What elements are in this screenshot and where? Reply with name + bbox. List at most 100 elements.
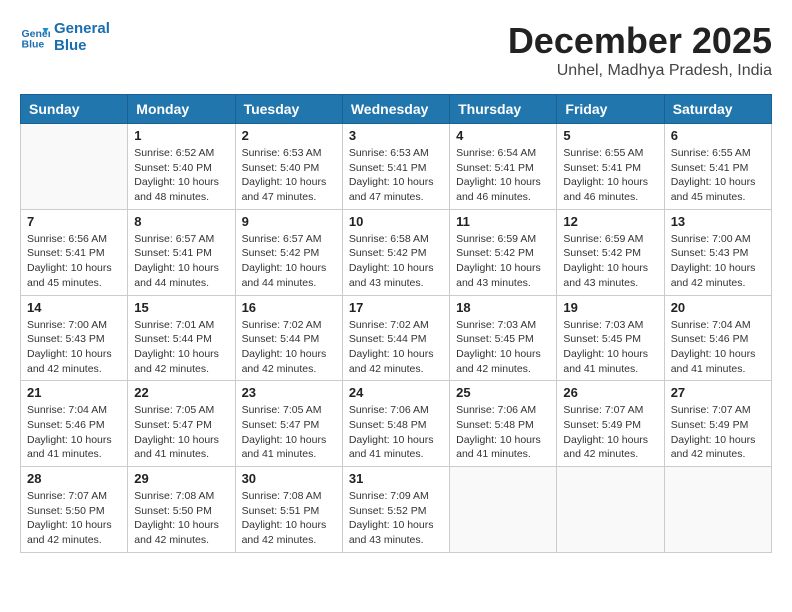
day-info: Sunrise: 6:52 AMSunset: 5:40 PMDaylight:… bbox=[134, 146, 228, 205]
calendar-cell: 26 Sunrise: 7:07 AMSunset: 5:49 PMDayligh… bbox=[557, 381, 664, 467]
day-info: Sunrise: 6:55 AMSunset: 5:41 PMDaylight:… bbox=[563, 146, 657, 205]
calendar-subtitle: Unhel, Madhya Pradesh, India bbox=[508, 62, 772, 80]
day-info: Sunrise: 7:04 AMSunset: 5:46 PMDaylight:… bbox=[671, 318, 765, 377]
day-info: Sunrise: 7:03 AMSunset: 5:45 PMDaylight:… bbox=[563, 318, 657, 377]
day-number: 7 bbox=[27, 214, 121, 229]
day-info: Sunrise: 6:59 AMSunset: 5:42 PMDaylight:… bbox=[563, 232, 657, 291]
calendar-cell: 6 Sunrise: 6:55 AMSunset: 5:41 PMDaylight… bbox=[664, 124, 771, 210]
day-info: Sunrise: 7:07 AMSunset: 5:49 PMDaylight:… bbox=[563, 403, 657, 462]
header-friday: Friday bbox=[557, 95, 664, 124]
calendar-cell: 28 Sunrise: 7:07 AMSunset: 5:50 PMDayligh… bbox=[21, 467, 128, 553]
day-number: 14 bbox=[27, 300, 121, 315]
day-number: 17 bbox=[349, 300, 443, 315]
calendar-cell: 1Sunrise: 6:52 AMSunset: 5:40 PMDaylight… bbox=[128, 124, 235, 210]
day-number: 23 bbox=[242, 385, 336, 400]
calendar-cell: 8 Sunrise: 6:57 AMSunset: 5:41 PMDaylight… bbox=[128, 209, 235, 295]
day-info: Sunrise: 7:05 AMSunset: 5:47 PMDaylight:… bbox=[242, 403, 336, 462]
day-info: Sunrise: 7:09 AMSunset: 5:52 PMDaylight:… bbox=[349, 489, 443, 548]
day-number: 16 bbox=[242, 300, 336, 315]
header-thursday: Thursday bbox=[450, 95, 557, 124]
calendar-cell: 22 Sunrise: 7:05 AMSunset: 5:47 PMDayligh… bbox=[128, 381, 235, 467]
title-section: December 2025 Unhel, Madhya Pradesh, Ind… bbox=[508, 20, 772, 80]
header-saturday: Saturday bbox=[664, 95, 771, 124]
logo: General Blue GeneralBlue bbox=[20, 20, 110, 54]
calendar-cell: 15 Sunrise: 7:01 AMSunset: 5:44 PMDayligh… bbox=[128, 295, 235, 381]
day-number: 15 bbox=[134, 300, 228, 315]
calendar-title: December 2025 bbox=[508, 20, 772, 62]
day-info: Sunrise: 6:57 AMSunset: 5:42 PMDaylight:… bbox=[242, 232, 336, 291]
weekday-header-row: Sunday Monday Tuesday Wednesday Thursday… bbox=[21, 95, 772, 124]
day-number: 2 bbox=[242, 128, 336, 143]
day-number: 9 bbox=[242, 214, 336, 229]
calendar-cell: 3Sunrise: 6:53 AMSunset: 5:41 PMDaylight… bbox=[342, 124, 449, 210]
day-number: 28 bbox=[27, 471, 121, 486]
day-number: 6 bbox=[671, 128, 765, 143]
calendar-week-row: 21 Sunrise: 7:04 AMSunset: 5:46 PMDayligh… bbox=[21, 381, 772, 467]
svg-text:Blue: Blue bbox=[22, 39, 45, 51]
calendar-cell: 13 Sunrise: 7:00 AMSunset: 5:43 PMDayligh… bbox=[664, 209, 771, 295]
day-info: Sunrise: 7:08 AMSunset: 5:51 PMDaylight:… bbox=[242, 489, 336, 548]
day-number: 27 bbox=[671, 385, 765, 400]
day-info: Sunrise: 7:02 AMSunset: 5:44 PMDaylight:… bbox=[242, 318, 336, 377]
day-number: 30 bbox=[242, 471, 336, 486]
header-wednesday: Wednesday bbox=[342, 95, 449, 124]
calendar-week-row: 14 Sunrise: 7:00 AMSunset: 5:43 PMDayligh… bbox=[21, 295, 772, 381]
calendar-week-row: 7Sunrise: 6:56 AMSunset: 5:41 PMDaylight… bbox=[21, 209, 772, 295]
calendar-cell: 27 Sunrise: 7:07 AMSunset: 5:49 PMDayligh… bbox=[664, 381, 771, 467]
calendar-cell: 11 Sunrise: 6:59 AMSunset: 5:42 PMDayligh… bbox=[450, 209, 557, 295]
day-number: 8 bbox=[134, 214, 228, 229]
calendar-cell: 29Sunrise: 7:08 AMSunset: 5:50 PMDayligh… bbox=[128, 467, 235, 553]
day-info: Sunrise: 6:57 AMSunset: 5:41 PMDaylight:… bbox=[134, 232, 228, 291]
day-info: Sunrise: 6:53 AMSunset: 5:41 PMDaylight:… bbox=[349, 146, 443, 205]
day-number: 4 bbox=[456, 128, 550, 143]
logo-text: GeneralBlue bbox=[54, 20, 110, 54]
day-info: Sunrise: 6:55 AMSunset: 5:41 PMDaylight:… bbox=[671, 146, 765, 205]
day-number: 21 bbox=[27, 385, 121, 400]
day-number: 19 bbox=[563, 300, 657, 315]
day-number: 25 bbox=[456, 385, 550, 400]
calendar-cell: 19 Sunrise: 7:03 AMSunset: 5:45 PMDayligh… bbox=[557, 295, 664, 381]
calendar-table: Sunday Monday Tuesday Wednesday Thursday… bbox=[20, 94, 772, 553]
day-number: 24 bbox=[349, 385, 443, 400]
header-sunday: Sunday bbox=[21, 95, 128, 124]
day-info: Sunrise: 7:01 AMSunset: 5:44 PMDaylight:… bbox=[134, 318, 228, 377]
calendar-cell: 7Sunrise: 6:56 AMSunset: 5:41 PMDaylight… bbox=[21, 209, 128, 295]
day-info: Sunrise: 6:59 AMSunset: 5:42 PMDaylight:… bbox=[456, 232, 550, 291]
day-number: 11 bbox=[456, 214, 550, 229]
day-info: Sunrise: 7:04 AMSunset: 5:46 PMDaylight:… bbox=[27, 403, 121, 462]
calendar-cell: 30 Sunrise: 7:08 AMSunset: 5:51 PMDayligh… bbox=[235, 467, 342, 553]
calendar-cell: 10 Sunrise: 6:58 AMSunset: 5:42 PMDayligh… bbox=[342, 209, 449, 295]
day-info: Sunrise: 7:00 AMSunset: 5:43 PMDaylight:… bbox=[671, 232, 765, 291]
calendar-cell: 31 Sunrise: 7:09 AMSunset: 5:52 PMDayligh… bbox=[342, 467, 449, 553]
calendar-cell: 23 Sunrise: 7:05 AMSunset: 5:47 PMDayligh… bbox=[235, 381, 342, 467]
day-info: Sunrise: 7:05 AMSunset: 5:47 PMDaylight:… bbox=[134, 403, 228, 462]
day-info: Sunrise: 7:00 AMSunset: 5:43 PMDaylight:… bbox=[27, 318, 121, 377]
calendar-cell: 21 Sunrise: 7:04 AMSunset: 5:46 PMDayligh… bbox=[21, 381, 128, 467]
day-number: 10 bbox=[349, 214, 443, 229]
calendar-cell bbox=[21, 124, 128, 210]
day-info: Sunrise: 6:53 AMSunset: 5:40 PMDaylight:… bbox=[242, 146, 336, 205]
calendar-cell: 16 Sunrise: 7:02 AMSunset: 5:44 PMDayligh… bbox=[235, 295, 342, 381]
day-number: 5 bbox=[563, 128, 657, 143]
day-info: Sunrise: 7:06 AMSunset: 5:48 PMDaylight:… bbox=[456, 403, 550, 462]
logo-icon: General Blue bbox=[20, 22, 50, 52]
calendar-cell bbox=[557, 467, 664, 553]
day-info: Sunrise: 7:07 AMSunset: 5:49 PMDaylight:… bbox=[671, 403, 765, 462]
day-info: Sunrise: 7:03 AMSunset: 5:45 PMDaylight:… bbox=[456, 318, 550, 377]
calendar-week-row: 28 Sunrise: 7:07 AMSunset: 5:50 PMDayligh… bbox=[21, 467, 772, 553]
day-number: 26 bbox=[563, 385, 657, 400]
day-number: 13 bbox=[671, 214, 765, 229]
day-number: 22 bbox=[134, 385, 228, 400]
calendar-cell: 9 Sunrise: 6:57 AMSunset: 5:42 PMDaylight… bbox=[235, 209, 342, 295]
header-tuesday: Tuesday bbox=[235, 95, 342, 124]
header-monday: Monday bbox=[128, 95, 235, 124]
day-number: 20 bbox=[671, 300, 765, 315]
calendar-cell: 24Sunrise: 7:06 AMSunset: 5:48 PMDayligh… bbox=[342, 381, 449, 467]
calendar-cell bbox=[664, 467, 771, 553]
day-number: 12 bbox=[563, 214, 657, 229]
calendar-cell: 5 Sunrise: 6:55 AMSunset: 5:41 PMDaylight… bbox=[557, 124, 664, 210]
day-number: 31 bbox=[349, 471, 443, 486]
day-info: Sunrise: 7:07 AMSunset: 5:50 PMDaylight:… bbox=[27, 489, 121, 548]
day-info: Sunrise: 6:58 AMSunset: 5:42 PMDaylight:… bbox=[349, 232, 443, 291]
day-info: Sunrise: 6:54 AMSunset: 5:41 PMDaylight:… bbox=[456, 146, 550, 205]
